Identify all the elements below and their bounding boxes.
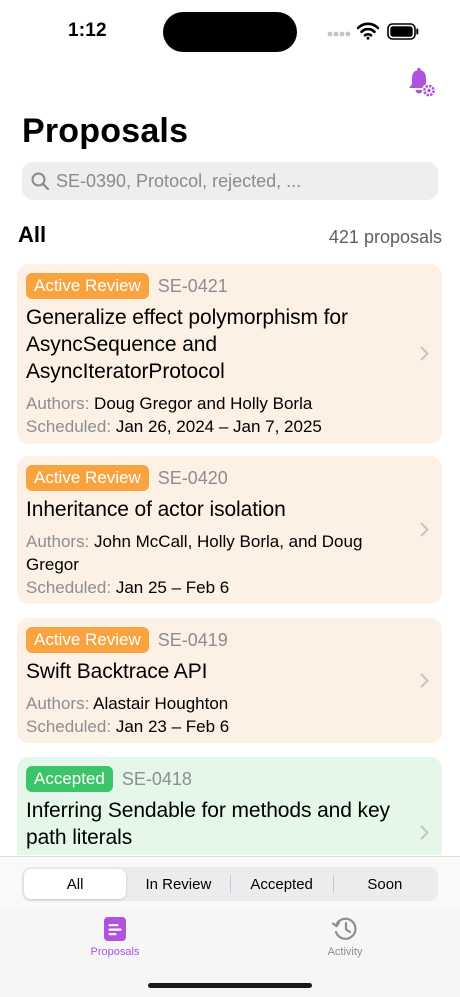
filter-soon[interactable]: Soon	[334, 869, 436, 899]
filter-accepted[interactable]: Accepted	[231, 869, 333, 899]
scheduled-label: Scheduled:	[26, 417, 112, 436]
chevron-right-icon	[420, 825, 429, 840]
scheduled-value: Jan 23 – Feb 6	[115, 717, 230, 736]
chevron-right-icon	[420, 673, 429, 688]
proposal-title: Inheritance of actor isolation	[26, 498, 286, 521]
tab-label: Activity	[327, 946, 363, 958]
scheduled-value: Jan 25 – Feb 6	[115, 578, 230, 597]
filter-in-review[interactable]: In Review	[127, 869, 229, 899]
proposal-title: Generalize effect polymorphism for Async…	[26, 306, 348, 383]
authors-label: Authors:	[26, 694, 90, 713]
proposal-authors: Authors: Doug Gregor and Holly Borla	[26, 392, 366, 415]
proposal-card[interactable]: Active Review SE-0421 Generalize effect …	[17, 264, 442, 444]
proposal-card[interactable]: Accepted SE-0418 Inferring Sendable for …	[17, 757, 442, 855]
chevron-right-icon	[420, 346, 429, 361]
status-filter[interactable]: All In Review Accepted Soon	[22, 867, 438, 901]
status-badge: Active Review	[26, 273, 149, 299]
status-badge: Active Review	[26, 627, 149, 653]
scheduled-label: Scheduled:	[26, 717, 112, 736]
proposal-id: SE-0419	[157, 629, 228, 650]
status-badge: Accepted	[26, 766, 113, 792]
proposal-card[interactable]: Active Review SE-0419 Swift Backtrace AP…	[17, 618, 442, 743]
proposal-authors: Authors: John McCall, Holly Borla, and D…	[26, 530, 366, 576]
chevron-right-icon	[420, 522, 429, 537]
proposal-list[interactable]: Active Review SE-0421 Generalize effect …	[0, 0, 460, 855]
proposal-card[interactable]: Active Review SE-0420 Inheritance of act…	[17, 456, 442, 604]
proposal-id: SE-0418	[121, 768, 192, 789]
proposal-authors: Authors: Alastair Houghton	[26, 692, 366, 715]
tab-proposals[interactable]: Proposals	[65, 916, 165, 958]
doc-text-icon	[104, 917, 126, 941]
authors-label: Authors:	[26, 532, 90, 551]
proposal-id: SE-0421	[157, 275, 228, 296]
proposal-title: Inferring Sendable for methods and key p…	[26, 799, 390, 849]
scheduled-value: Jan 26, 2024 – Jan 7, 2025	[115, 417, 322, 436]
proposal-title: Swift Backtrace API	[26, 660, 208, 683]
proposal-scheduled: Scheduled: Jan 25 – Feb 6	[26, 576, 366, 599]
home-indicator	[148, 983, 312, 988]
scheduled-label: Scheduled:	[26, 578, 112, 597]
authors-value: Alastair Houghton	[93, 694, 229, 713]
tab-label: Proposals	[90, 946, 140, 958]
tab-activity[interactable]: Activity	[295, 916, 395, 958]
proposal-scheduled: Scheduled: Jan 23 – Feb 6	[26, 715, 366, 738]
proposal-scheduled: Scheduled: Jan 26, 2024 – Jan 7, 2025	[26, 415, 366, 438]
filter-all[interactable]: All	[24, 869, 127, 899]
authors-label: Authors:	[26, 394, 90, 413]
authors-value: Doug Gregor and Holly Borla	[94, 394, 313, 413]
proposal-id: SE-0420	[157, 467, 228, 488]
clock-history-icon	[331, 917, 357, 940]
filter-bar: All In Review Accepted Soon	[0, 856, 460, 908]
status-badge: Active Review	[26, 465, 149, 491]
